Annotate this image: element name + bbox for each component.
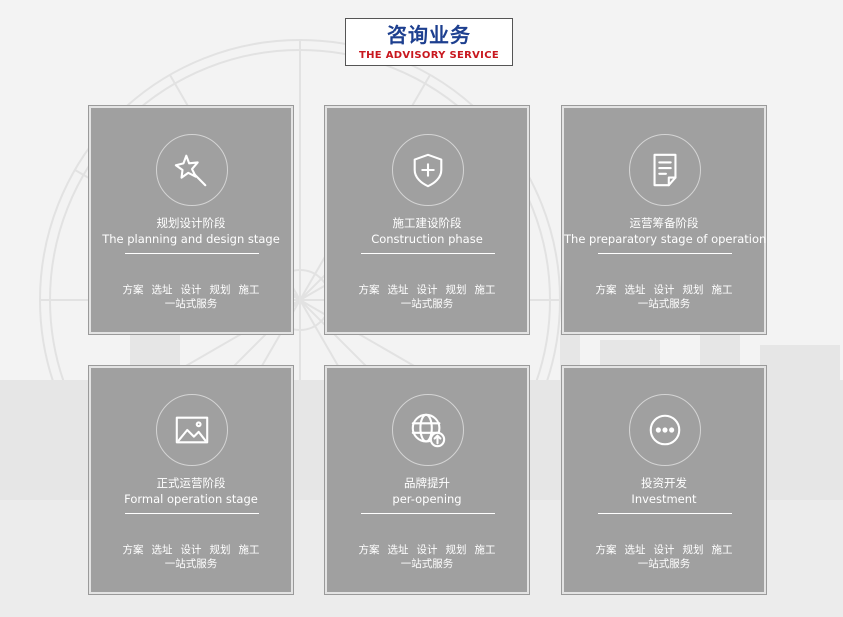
card-formal-operation[interactable]: 正式运营阶段 Formal operation stage 方案 选址 设计 规… xyxy=(88,365,294,595)
section-title-box: 咨询业务 THE ADVISORY SERVICE xyxy=(345,18,513,66)
card-title-cn: 正式运营阶段 xyxy=(156,476,226,490)
card-title-cn: 投资开发 xyxy=(641,476,687,490)
card-planning-design[interactable]: 规划设计阶段 The planning and design stage 方案 … xyxy=(88,105,294,335)
one-stop-label: 一站式服务 xyxy=(164,298,218,310)
service-item: 规划 xyxy=(209,284,231,296)
icon-circle xyxy=(392,394,464,466)
card-title-en: per-opening xyxy=(392,492,462,506)
divider xyxy=(598,513,732,514)
shield-plus-icon xyxy=(413,153,443,188)
service-item: 设计 xyxy=(416,544,438,556)
service-item: 施工 xyxy=(711,284,733,296)
service-item: 设计 xyxy=(180,544,202,556)
service-item: 方案 xyxy=(122,544,144,556)
service-item: 施工 xyxy=(238,544,260,556)
section-title-en: THE ADVISORY SERVICE xyxy=(359,50,499,61)
service-list: 方案 选址 设计 规划 施工 xyxy=(564,544,764,557)
card-title-cn: 施工建设阶段 xyxy=(392,216,462,230)
one-stop-label: 一站式服务 xyxy=(637,558,691,570)
icon-circle xyxy=(629,134,701,206)
service-list: 方案 选址 设计 规划 施工 xyxy=(91,284,291,297)
service-item: 设计 xyxy=(180,284,202,296)
card-title-cn: 品牌提升 xyxy=(404,476,450,490)
one-stop-label: 一站式服务 xyxy=(164,558,218,570)
service-item: 设计 xyxy=(653,284,675,296)
service-list: 方案 选址 设计 规划 施工 xyxy=(327,544,527,557)
service-item: 设计 xyxy=(416,284,438,296)
service-item: 规划 xyxy=(209,544,231,556)
divider xyxy=(125,253,259,254)
document-icon xyxy=(653,153,677,187)
icon-circle xyxy=(392,134,464,206)
image-icon xyxy=(175,416,209,444)
magic-wand-icon xyxy=(174,154,207,187)
service-item: 施工 xyxy=(238,284,260,296)
service-item: 选址 xyxy=(151,284,173,296)
service-list: 方案 选址 设计 规划 施工 xyxy=(564,284,764,297)
service-item: 方案 xyxy=(358,284,380,296)
more-dots-icon xyxy=(649,414,681,446)
card-title-en: The planning and design stage xyxy=(102,232,280,246)
service-item: 方案 xyxy=(595,544,617,556)
card-title-en: Formal operation stage xyxy=(124,492,258,506)
card-construction[interactable]: 施工建设阶段 Construction phase 方案 选址 设计 规划 施工… xyxy=(324,105,530,335)
service-item: 方案 xyxy=(122,284,144,296)
divider xyxy=(361,253,495,254)
divider xyxy=(598,253,732,254)
card-preparatory-operation[interactable]: 运营筹备阶段 The preparatory stage of operatio… xyxy=(561,105,767,335)
service-item: 规划 xyxy=(682,284,704,296)
service-item: 施工 xyxy=(711,544,733,556)
icon-circle xyxy=(629,394,701,466)
one-stop-label: 一站式服务 xyxy=(400,298,454,310)
icon-circle xyxy=(156,134,228,206)
service-list: 方案 选址 设计 规划 施工 xyxy=(327,284,527,297)
card-title-en: Construction phase xyxy=(371,232,483,246)
service-item: 规划 xyxy=(445,284,467,296)
divider xyxy=(125,513,259,514)
service-item: 选址 xyxy=(151,544,173,556)
service-list: 方案 选址 设计 规划 施工 xyxy=(91,544,291,557)
divider xyxy=(361,513,495,514)
icon-circle xyxy=(156,394,228,466)
one-stop-label: 一站式服务 xyxy=(400,558,454,570)
card-title-cn: 规划设计阶段 xyxy=(156,216,226,230)
card-title-en: Investment xyxy=(631,492,697,506)
service-item: 规划 xyxy=(682,544,704,556)
service-item: 方案 xyxy=(595,284,617,296)
service-item: 方案 xyxy=(358,544,380,556)
globe-upload-icon xyxy=(411,413,446,448)
service-item: 选址 xyxy=(387,544,409,556)
card-title-cn: 运营筹备阶段 xyxy=(629,216,699,230)
section-title-cn: 咨询业务 xyxy=(387,23,471,47)
one-stop-label: 一站式服务 xyxy=(637,298,691,310)
service-item: 选址 xyxy=(624,284,646,296)
service-item: 选址 xyxy=(387,284,409,296)
service-item: 施工 xyxy=(474,544,496,556)
service-item: 施工 xyxy=(474,284,496,296)
service-item: 设计 xyxy=(653,544,675,556)
card-brand-promotion[interactable]: 品牌提升 per-opening 方案 选址 设计 规划 施工 一站式服务 xyxy=(324,365,530,595)
card-investment[interactable]: 投资开发 Investment 方案 选址 设计 规划 施工 一站式服务 xyxy=(561,365,767,595)
service-item: 选址 xyxy=(624,544,646,556)
service-item: 规划 xyxy=(445,544,467,556)
card-title-en: The preparatory stage of operation xyxy=(564,232,767,246)
